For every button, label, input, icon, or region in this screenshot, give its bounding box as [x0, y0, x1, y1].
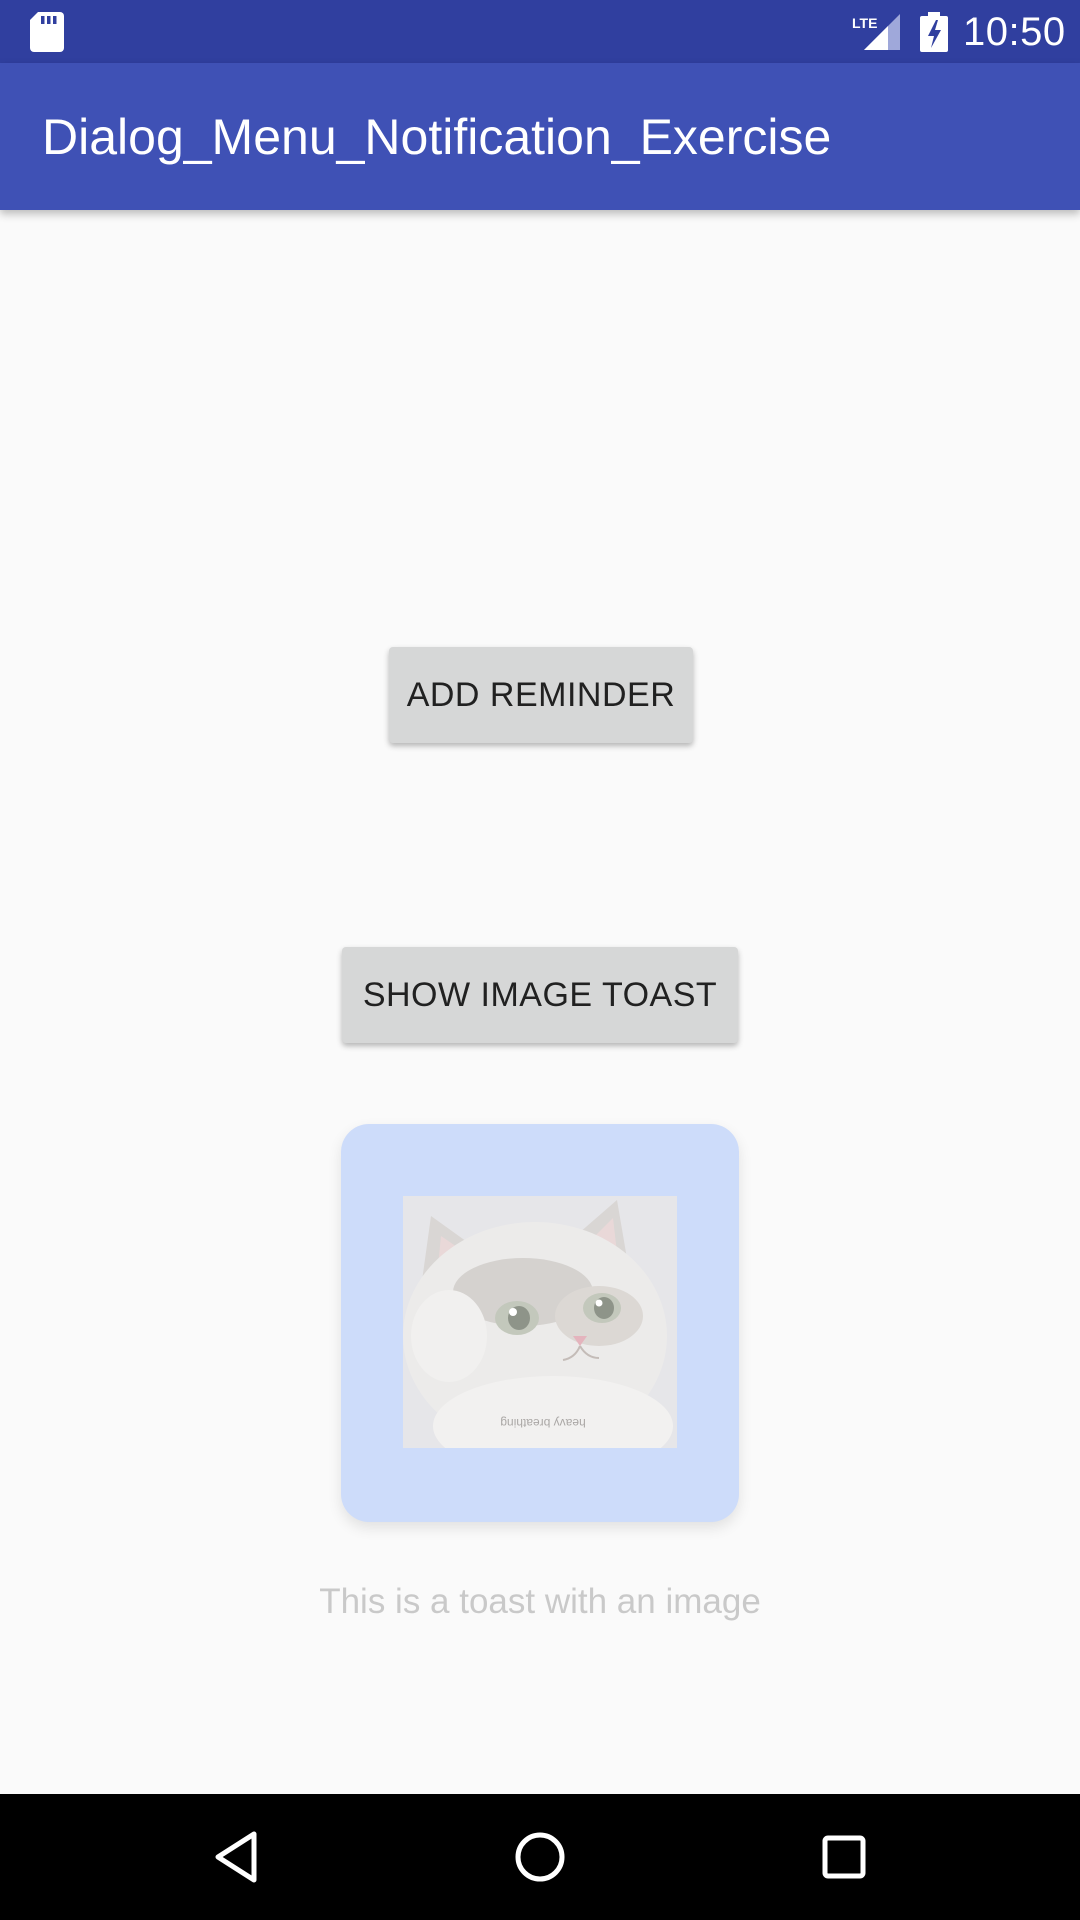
navigation-bar — [0, 1794, 1080, 1920]
toast-caption: This is a toast with an image — [319, 1582, 761, 1621]
battery-charging-icon — [920, 12, 948, 52]
network-type-label: LTE — [852, 15, 877, 31]
home-icon — [515, 1832, 565, 1882]
status-bar: LTE 10:50 — [0, 0, 1080, 63]
sd-card-icon — [30, 12, 64, 52]
home-button[interactable] — [500, 1817, 580, 1897]
clock: 10:50 — [963, 10, 1066, 54]
app-bar: Dialog_Menu_Notification_Exercise — [0, 63, 1080, 210]
image-watermark: heavy breathing — [500, 1416, 586, 1430]
add-reminder-button[interactable]: ADD REMINDER — [389, 647, 693, 743]
lte-signal-icon: LTE — [852, 14, 900, 50]
recents-button[interactable] — [804, 1817, 884, 1897]
app-screen: LTE 10:50 Dialog_Menu_Notification_Exerc… — [0, 0, 1080, 1920]
cat-photo: heavy breathing — [403, 1196, 677, 1448]
back-icon — [215, 1831, 257, 1883]
app-title: Dialog_Menu_Notification_Exercise — [42, 109, 832, 165]
cat-photo-illustration — [403, 1196, 677, 1448]
recents-icon — [822, 1835, 866, 1879]
show-image-toast-button[interactable]: SHOW IMAGE TOAST — [342, 947, 738, 1043]
image-toast: heavy breathing — [341, 1124, 739, 1522]
back-button[interactable] — [196, 1817, 276, 1897]
